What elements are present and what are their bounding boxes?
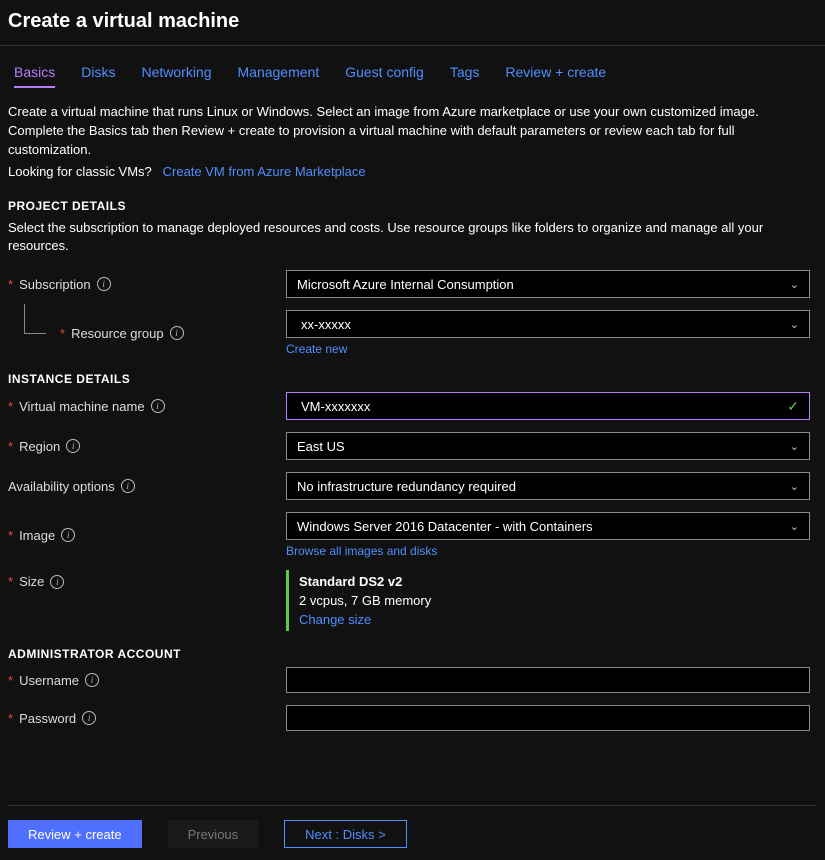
intro-text: Create a virtual machine that runs Linux… [8, 103, 817, 160]
tab-review-create[interactable]: Review + create [505, 64, 606, 88]
image-value: Windows Server 2016 Datacenter - with Co… [297, 519, 593, 534]
check-icon: ✓ [787, 398, 799, 415]
size-value: Standard DS2 v2 [299, 574, 810, 589]
subscription-select[interactable]: Microsoft Azure Internal Consumption ⌄ [286, 270, 810, 298]
chevron-down-icon: ⌄ [790, 318, 799, 331]
info-icon[interactable]: i [97, 277, 111, 291]
info-icon[interactable]: i [151, 399, 165, 413]
info-icon[interactable]: i [66, 439, 80, 453]
chevron-down-icon: ⌄ [790, 520, 799, 533]
wizard-footer: Review + create Previous Next : Disks > [8, 805, 817, 848]
image-label: Image [19, 528, 55, 543]
info-icon[interactable]: i [61, 528, 75, 542]
region-value: East US [297, 439, 345, 454]
tab-guest-config[interactable]: Guest config [345, 64, 424, 88]
project-details-desc: Select the subscription to manage deploy… [8, 219, 817, 257]
info-icon[interactable]: i [85, 673, 99, 687]
admin-account-heading: ADMINISTRATOR ACCOUNT [8, 647, 817, 661]
tree-connector [24, 304, 46, 334]
region-select[interactable]: East US ⌄ [286, 432, 810, 460]
size-summary: Standard DS2 v2 2 vcpus, 7 GB memory Cha… [286, 570, 810, 631]
availability-select[interactable]: No infrastructure redundancy required ⌄ [286, 472, 810, 500]
required-indicator: * [8, 399, 13, 414]
required-indicator: * [8, 574, 13, 589]
classic-prompt: Looking for classic VMs? [8, 164, 152, 179]
change-size-link[interactable]: Change size [299, 612, 371, 627]
vm-name-label: Virtual machine name [19, 399, 145, 414]
chevron-down-icon: ⌄ [790, 440, 799, 453]
project-details-heading: PROJECT DETAILS [8, 199, 817, 213]
resource-group-select[interactable]: xx-xxxxx ⌄ [286, 310, 810, 338]
info-icon[interactable]: i [50, 575, 64, 589]
required-indicator: * [60, 326, 65, 341]
subscription-label: Subscription [19, 277, 91, 292]
availability-label: Availability options [8, 479, 115, 494]
region-label: Region [19, 439, 60, 454]
tab-tags[interactable]: Tags [450, 64, 480, 88]
availability-value: No infrastructure redundancy required [297, 479, 516, 494]
next-disks-button[interactable]: Next : Disks > [284, 820, 407, 848]
create-new-resource-group-link[interactable]: Create new [286, 342, 347, 356]
username-label: Username [19, 673, 79, 688]
password-label: Password [19, 711, 76, 726]
required-indicator: * [8, 439, 13, 454]
resource-group-label: Resource group [71, 326, 164, 341]
vm-name-value: VM-xxxxxxx [297, 399, 374, 414]
required-indicator: * [8, 528, 13, 543]
tabs-bar: Basics Disks Networking Management Guest… [0, 46, 825, 97]
previous-button: Previous [168, 820, 259, 848]
info-icon[interactable]: i [170, 326, 184, 340]
required-indicator: * [8, 673, 13, 688]
image-select[interactable]: Windows Server 2016 Datacenter - with Co… [286, 512, 810, 540]
required-indicator: * [8, 277, 13, 292]
resource-group-value: xx-xxxxx [297, 317, 355, 332]
create-vm-marketplace-link[interactable]: Create VM from Azure Marketplace [163, 164, 366, 179]
tab-networking[interactable]: Networking [141, 64, 211, 88]
page-title: Create a virtual machine [8, 10, 817, 33]
subscription-value: Microsoft Azure Internal Consumption [297, 277, 514, 292]
tab-disks[interactable]: Disks [81, 64, 115, 88]
chevron-down-icon: ⌄ [790, 480, 799, 493]
info-icon[interactable]: i [82, 711, 96, 725]
size-spec: 2 vcpus, 7 GB memory [299, 593, 810, 608]
instance-details-heading: INSTANCE DETAILS [8, 372, 817, 386]
username-input[interactable] [286, 667, 810, 693]
tab-management[interactable]: Management [238, 64, 320, 88]
size-label: Size [19, 574, 44, 589]
password-input[interactable] [286, 705, 810, 731]
info-icon[interactable]: i [121, 479, 135, 493]
review-create-button[interactable]: Review + create [8, 820, 142, 848]
chevron-down-icon: ⌄ [790, 278, 799, 291]
vm-name-input[interactable]: VM-xxxxxxx ✓ [286, 392, 810, 420]
tab-basics[interactable]: Basics [14, 64, 55, 88]
required-indicator: * [8, 711, 13, 726]
browse-images-link[interactable]: Browse all images and disks [286, 544, 437, 558]
